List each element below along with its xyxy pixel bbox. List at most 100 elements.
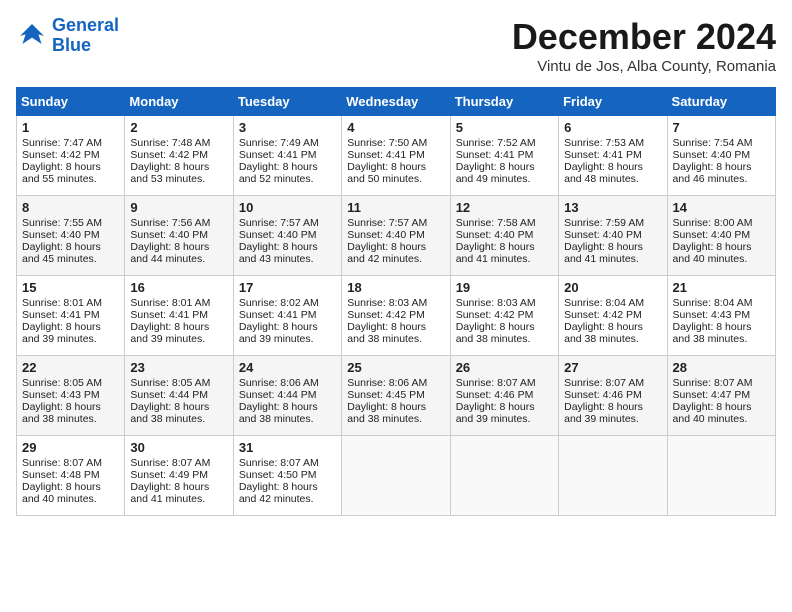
sunset: Sunset: 4:41 PM [130, 309, 208, 321]
day-number: 31 [239, 440, 336, 455]
table-row: 2 Sunrise: 7:48 AMSunset: 4:42 PMDaylight… [125, 116, 233, 196]
daylight-label: Daylight: 8 hours and 50 minutes. [347, 161, 426, 185]
sunset: Sunset: 4:42 PM [456, 309, 534, 321]
sunset: Sunset: 4:42 PM [564, 309, 642, 321]
sunset: Sunset: 4:40 PM [456, 229, 534, 241]
sunset: Sunset: 4:43 PM [673, 309, 751, 321]
daylight-label: Daylight: 8 hours and 42 minutes. [239, 481, 318, 505]
sunrise: Sunrise: 8:04 AM [564, 297, 644, 309]
sunset: Sunset: 4:40 PM [564, 229, 642, 241]
sunset: Sunset: 4:45 PM [347, 389, 425, 401]
sunrise: Sunrise: 7:57 AM [239, 217, 319, 229]
title-block: December 2024 Vintu de Jos, Alba County,… [512, 16, 776, 75]
sunrise: Sunrise: 7:54 AM [673, 137, 753, 149]
daylight-label: Daylight: 8 hours and 38 minutes. [673, 321, 752, 345]
table-row: 14Sunrise: 8:00 AMSunset: 4:40 PMDayligh… [667, 196, 775, 276]
sunset: Sunset: 4:50 PM [239, 469, 317, 481]
location-title: Vintu de Jos, Alba County, Romania [512, 58, 776, 75]
sunset: Sunset: 4:46 PM [456, 389, 534, 401]
daylight-label: Daylight: 8 hours and 53 minutes. [130, 161, 209, 185]
day-number: 18 [347, 280, 444, 295]
daylight-label: Daylight: 8 hours and 49 minutes. [456, 161, 535, 185]
sunrise: Sunrise: 7:58 AM [456, 217, 536, 229]
table-row: 30Sunrise: 8:07 AMSunset: 4:49 PMDayligh… [125, 436, 233, 516]
table-row: 22Sunrise: 8:05 AMSunset: 4:43 PMDayligh… [17, 356, 125, 436]
sunrise: Sunrise: 8:06 AM [347, 377, 427, 389]
sunset: Sunset: 4:40 PM [673, 149, 751, 161]
sunrise: Sunrise: 8:02 AM [239, 297, 319, 309]
sunset: Sunset: 4:40 PM [239, 229, 317, 241]
daylight-label: Daylight: 8 hours and 55 minutes. [22, 161, 101, 185]
month-title: December 2024 [512, 16, 776, 58]
table-row: 28Sunrise: 8:07 AMSunset: 4:47 PMDayligh… [667, 356, 775, 436]
table-row: 11Sunrise: 7:57 AMSunset: 4:40 PMDayligh… [342, 196, 450, 276]
sunrise: Sunrise: 8:04 AM [673, 297, 753, 309]
daylight-label: Daylight: 8 hours and 39 minutes. [239, 321, 318, 345]
day-number: 4 [347, 120, 444, 135]
table-row: 5Sunrise: 7:52 AMSunset: 4:41 PMDaylight… [450, 116, 558, 196]
sunset: Sunset: 4:42 PM [347, 309, 425, 321]
day-number: 27 [564, 360, 661, 375]
sunset: Sunset: 4:41 PM [22, 309, 100, 321]
daylight-label: Daylight: 8 hours and 38 minutes. [239, 401, 318, 425]
day-number: 25 [347, 360, 444, 375]
daylight-label: Daylight: 8 hours and 38 minutes. [347, 401, 426, 425]
table-row: 29Sunrise: 8:07 AMSunset: 4:48 PMDayligh… [17, 436, 125, 516]
sunrise: Sunrise: 7:59 AM [564, 217, 644, 229]
sunrise: Sunrise: 7:57 AM [347, 217, 427, 229]
table-row: 17Sunrise: 8:02 AMSunset: 4:41 PMDayligh… [233, 276, 341, 356]
sunrise: Sunrise: 8:07 AM [673, 377, 753, 389]
daylight-label: Daylight: 8 hours and 39 minutes. [564, 401, 643, 425]
sunrise: Sunrise: 8:03 AM [347, 297, 427, 309]
col-saturday: Saturday [667, 88, 775, 116]
day-number: 24 [239, 360, 336, 375]
table-row: 25 Sunrise: 8:06 AMSunset: 4:45 PMDayligh… [342, 356, 450, 436]
day-number: 7 [673, 120, 770, 135]
day-number: 20 [564, 280, 661, 295]
daylight-label: Daylight: 8 hours and 41 minutes. [456, 241, 535, 265]
sunrise: Sunrise: 8:07 AM [130, 457, 210, 469]
sunrise: Sunrise: 8:07 AM [22, 457, 102, 469]
table-row: 26Sunrise: 8:07 AMSunset: 4:46 PMDayligh… [450, 356, 558, 436]
table-row [342, 436, 450, 516]
table-row: 15Sunrise: 8:01 AMSunset: 4:41 PMDayligh… [17, 276, 125, 356]
table-row [450, 436, 558, 516]
day-number: 30 [130, 440, 227, 455]
daylight-label: Daylight: 8 hours and 41 minutes. [564, 241, 643, 265]
daylight-label: Daylight: 8 hours and 40 minutes. [673, 401, 752, 425]
calendar-week-row: 22Sunrise: 8:05 AMSunset: 4:43 PMDayligh… [17, 356, 776, 436]
sunset: Sunset: 4:40 PM [130, 229, 208, 241]
table-row: 8Sunrise: 7:55 AMSunset: 4:40 PMDaylight… [17, 196, 125, 276]
daylight-label: Daylight: 8 hours and 38 minutes. [347, 321, 426, 345]
sunrise: Sunrise: 7:56 AM [130, 217, 210, 229]
calendar-week-row: 8Sunrise: 7:55 AMSunset: 4:40 PMDaylight… [17, 196, 776, 276]
table-row: 7Sunrise: 7:54 AMSunset: 4:40 PMDaylight… [667, 116, 775, 196]
daylight-label: Daylight: 8 hours and 39 minutes. [22, 321, 101, 345]
daylight-label: Daylight: 8 hours and 41 minutes. [130, 481, 209, 505]
sunset: Sunset: 4:44 PM [130, 389, 208, 401]
day-number: 15 [22, 280, 119, 295]
sunset: Sunset: 4:42 PM [130, 149, 208, 161]
table-row: 1Sunrise: 7:47 AMSunset: 4:42 PMDaylight… [17, 116, 125, 196]
daylight-label: Daylight: 8 hours and 48 minutes. [564, 161, 643, 185]
col-monday: Monday [125, 88, 233, 116]
sunset: Sunset: 4:47 PM [673, 389, 751, 401]
day-number: 17 [239, 280, 336, 295]
day-number: 9 [130, 200, 227, 215]
calendar-week-row: 29Sunrise: 8:07 AMSunset: 4:48 PMDayligh… [17, 436, 776, 516]
table-row: 9Sunrise: 7:56 AMSunset: 4:40 PMDaylight… [125, 196, 233, 276]
sunrise: Sunrise: 7:50 AM [347, 137, 427, 149]
day-number: 13 [564, 200, 661, 215]
sunrise: Sunrise: 8:05 AM [130, 377, 210, 389]
sunrise: Sunrise: 7:48 AM [130, 137, 210, 149]
daylight-label: Daylight: 8 hours and 45 minutes. [22, 241, 101, 265]
sunrise: Sunrise: 8:07 AM [456, 377, 536, 389]
sunrise: Sunrise: 7:53 AM [564, 137, 644, 149]
table-row: 19Sunrise: 8:03 AMSunset: 4:42 PMDayligh… [450, 276, 558, 356]
table-row [559, 436, 667, 516]
sunrise: Sunrise: 8:07 AM [239, 457, 319, 469]
daylight-label: Daylight: 8 hours and 38 minutes. [130, 401, 209, 425]
sunrise: Sunrise: 8:05 AM [22, 377, 102, 389]
day-number: 22 [22, 360, 119, 375]
day-number: 2 [130, 120, 227, 135]
